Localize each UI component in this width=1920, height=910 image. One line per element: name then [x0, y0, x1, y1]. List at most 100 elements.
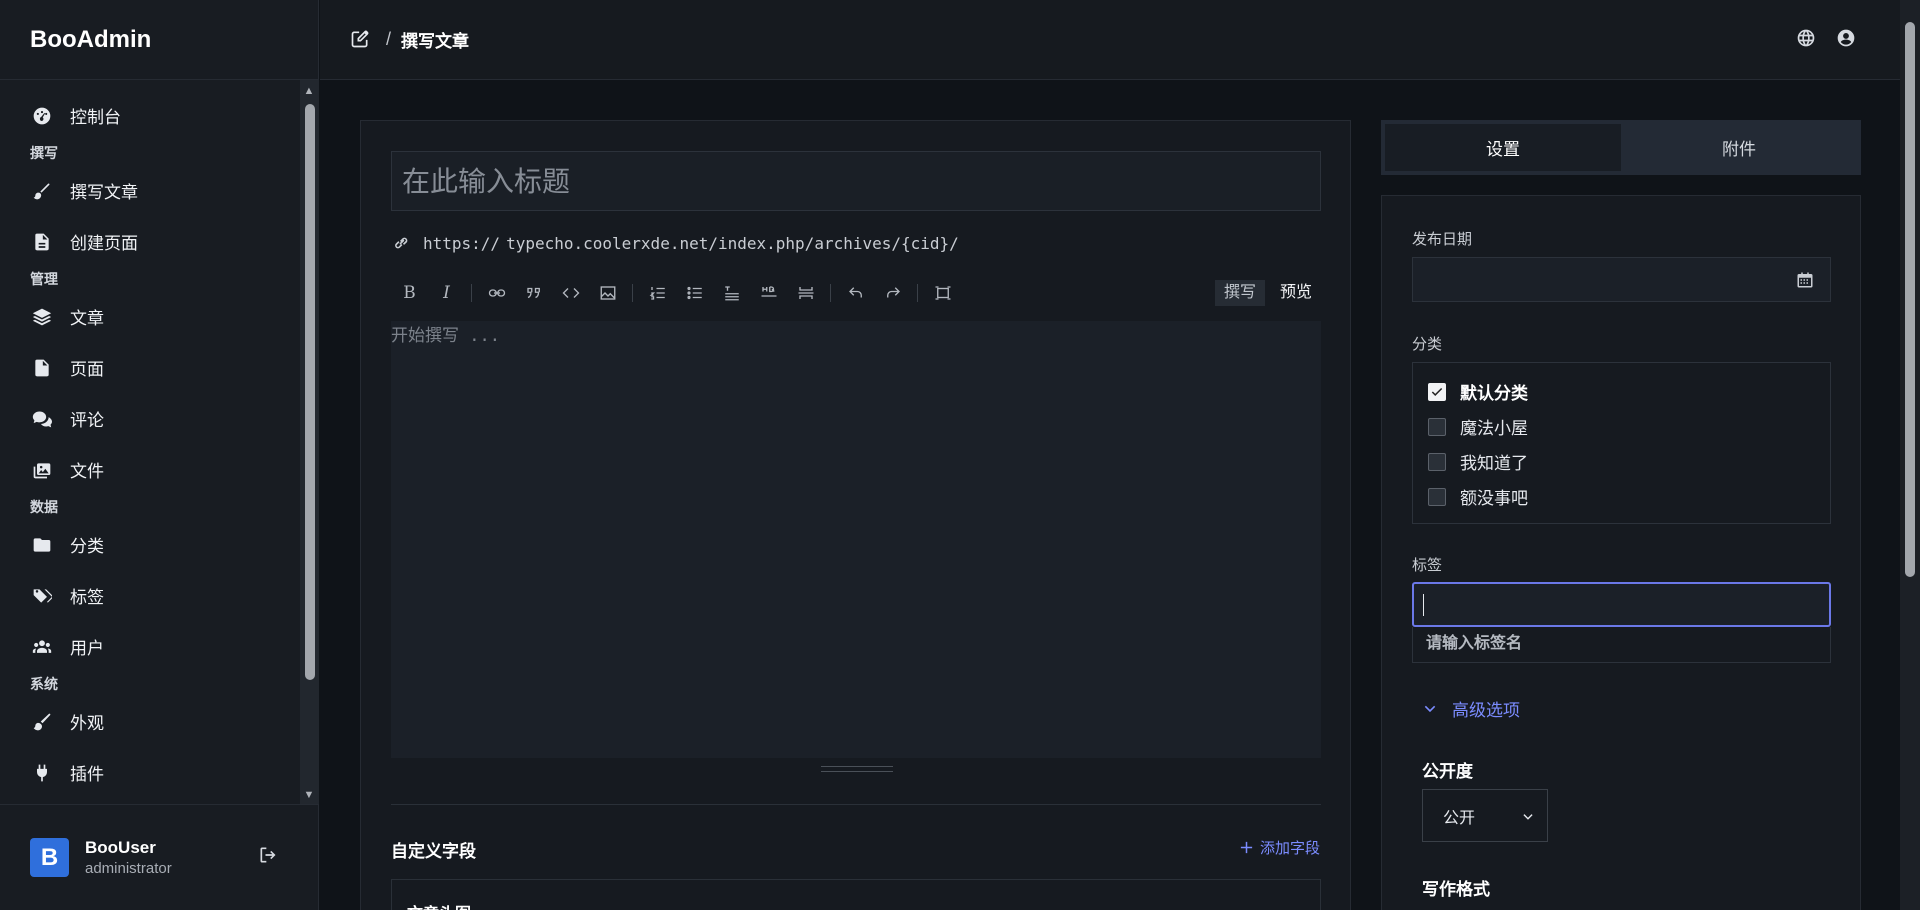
heading-button[interactable] [713, 275, 750, 311]
sidebar-item-categories[interactable]: 分类 [0, 519, 300, 570]
scroll-up-icon[interactable]: ▲ [302, 84, 316, 98]
fullscreen-icon [935, 286, 950, 300]
sidebar-item-pages[interactable]: 页面 [0, 342, 300, 393]
comments-icon [30, 407, 54, 431]
undo-button[interactable] [837, 275, 874, 311]
advanced-options-toggle[interactable]: 高级选项 [1422, 696, 1520, 721]
publish-date-label: 发布日期 [1412, 231, 1473, 248]
editor-panel: https:// typecho.coolerxde.net/index.php… [360, 120, 1351, 910]
images-icon [30, 458, 54, 482]
sidebar-item-label: 控制台 [70, 108, 121, 127]
category-item[interactable]: 额没事吧 [1428, 484, 1528, 509]
edit-icon[interactable] [350, 29, 372, 51]
checkbox[interactable] [1428, 417, 1446, 436]
globe-icon[interactable] [1796, 28, 1816, 53]
publish-date-input[interactable] [1412, 257, 1831, 302]
breadcrumb-separator: / [386, 29, 392, 49]
image-button[interactable] [589, 275, 626, 311]
more-break-button[interactable] [787, 275, 824, 311]
sidebar-item-label: 分类 [70, 537, 104, 556]
permalink-path[interactable]: typecho.coolerxde.net/index.php/archives… [506, 234, 959, 253]
category-item[interactable]: 默认分类 [1428, 379, 1528, 404]
logout-icon[interactable] [258, 845, 280, 867]
nav-group-write: 撰写 [30, 145, 58, 161]
hr-button[interactable] [750, 275, 787, 311]
visibility-label: 公开度 [1422, 762, 1473, 781]
redo-icon [886, 287, 900, 298]
tab-attachments[interactable]: 附件 [1621, 124, 1857, 171]
checkbox-checked[interactable] [1428, 382, 1446, 401]
nav-group-manage: 管理 [30, 271, 58, 287]
layers-icon [30, 305, 54, 329]
category-name: 我知道了 [1460, 454, 1528, 473]
tab-settings[interactable]: 设置 [1385, 124, 1621, 171]
sidebar-item-posts[interactable]: 文章 [0, 291, 300, 342]
tags-icon [30, 584, 54, 608]
toolbar-divider [632, 284, 633, 302]
check-icon [1431, 387, 1443, 396]
unordered-list-button[interactable] [676, 275, 713, 311]
avatar[interactable]: B [30, 838, 69, 877]
add-field-button[interactable]: 添加字段 [1239, 837, 1320, 858]
link-button[interactable] [478, 275, 515, 311]
horizontal-rule-icon [761, 286, 776, 297]
checkbox[interactable] [1428, 487, 1446, 506]
sidebar-item-label: 文章 [70, 309, 104, 328]
sidebar-item-plugins[interactable]: 插件 [0, 747, 300, 798]
checkbox[interactable] [1428, 452, 1446, 471]
redo-button[interactable] [874, 275, 911, 311]
brand-logo[interactable]: BooAdmin [0, 0, 318, 80]
sidebar-item-appearance[interactable]: 外观 [0, 696, 300, 747]
user-meta: BooUser administrator [85, 838, 172, 877]
category-label: 分类 [1412, 336, 1443, 353]
write-mode-button[interactable]: 撰写 [1214, 280, 1265, 306]
tags-input[interactable] [1412, 582, 1831, 627]
post-body-textarea[interactable] [391, 321, 1321, 758]
advanced-options-label: 高级选项 [1452, 701, 1520, 720]
quote-icon [526, 287, 540, 299]
preview-mode-button[interactable]: 预览 [1271, 280, 1321, 306]
page-scrollbar-thumb[interactable] [1905, 22, 1915, 577]
plug-icon [30, 761, 54, 785]
sidebar-item-label: 标签 [70, 588, 104, 607]
user-panel: B BooUser administrator [0, 804, 319, 910]
page-break-icon [798, 287, 813, 299]
ordered-list-button[interactable] [639, 275, 676, 311]
sidebar-item-dashboard[interactable]: 控制台 [0, 90, 300, 141]
sidebar-item-label: 创建页面 [70, 234, 138, 253]
italic-button[interactable]: I [428, 275, 465, 311]
sidebar-item-create-page[interactable]: 创建页面 [0, 216, 300, 267]
sidebar-nav: 控制台 撰写 撰写文章 创建页面 管理 文章 页面 评论 文件 数据 分类 标签… [0, 80, 300, 805]
link-icon [488, 289, 505, 297]
category-item[interactable]: 魔法小屋 [1428, 414, 1528, 439]
code-icon [562, 288, 579, 298]
sidebar-item-files[interactable]: 文件 [0, 444, 300, 495]
chevron-down-icon [1523, 814, 1533, 820]
section-divider [391, 804, 1321, 805]
sidebar-item-write-post[interactable]: 撰写文章 [0, 165, 300, 216]
scroll-down-icon[interactable]: ▼ [302, 788, 316, 802]
users-icon [30, 635, 54, 659]
sidebar-item-tags[interactable]: 标签 [0, 570, 300, 621]
chevron-down-icon [1424, 705, 1436, 712]
sidebar-item-label: 外观 [70, 714, 104, 733]
sidebar-item-label: 页面 [70, 360, 104, 379]
fullscreen-button[interactable] [924, 275, 961, 311]
sidebar-scrollbar-thumb[interactable] [305, 104, 315, 680]
code-button[interactable] [552, 275, 589, 311]
toolbar-divider [830, 284, 831, 302]
visibility-select[interactable]: 公开 [1422, 789, 1548, 842]
category-item[interactable]: 我知道了 [1428, 449, 1528, 474]
category-name: 默认分类 [1460, 384, 1528, 403]
resize-handle[interactable] [821, 766, 893, 772]
image-icon [600, 286, 615, 300]
editor-toolbar: B I 撰写 预览 [391, 273, 1321, 313]
blockquote-button[interactable] [515, 275, 552, 311]
sidebar-item-users[interactable]: 用户 [0, 621, 300, 672]
calendar-icon[interactable] [1796, 271, 1814, 289]
user-account-icon[interactable] [1836, 28, 1856, 53]
post-title-input[interactable] [391, 151, 1321, 211]
nav-group-data: 数据 [30, 499, 58, 515]
bold-button[interactable]: B [391, 275, 428, 311]
sidebar-item-comments[interactable]: 评论 [0, 393, 300, 444]
